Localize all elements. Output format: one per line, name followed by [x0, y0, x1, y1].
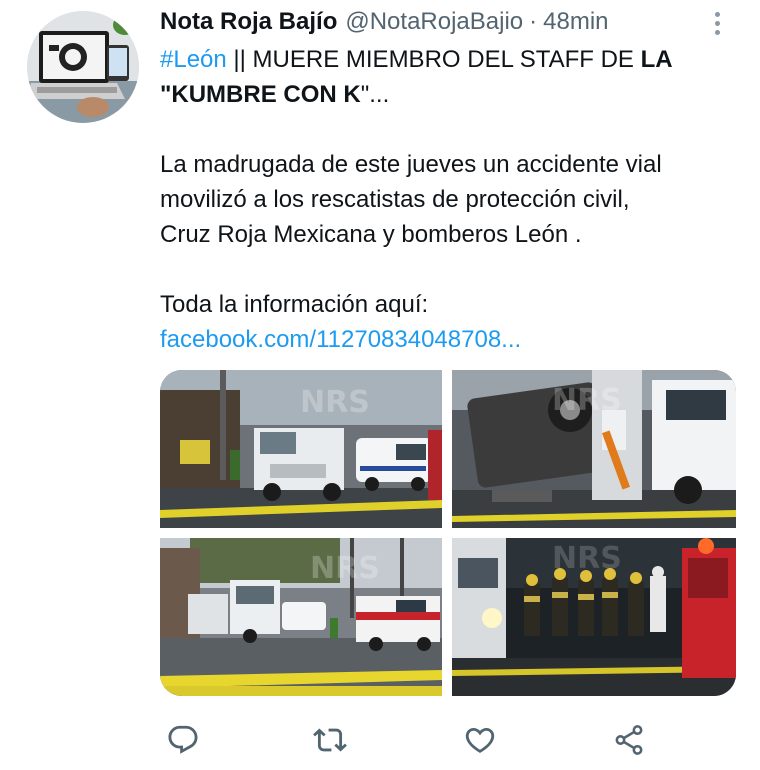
svg-text:NRS: NRS: [310, 551, 380, 586]
hashtag-link[interactable]: #León: [160, 46, 227, 73]
media-photo-3[interactable]: NRS: [160, 538, 442, 696]
paragraph-line-3: Cruz Roja Mexicana y bomberos León .: [160, 221, 582, 248]
media-photo-4[interactable]: NRS: [452, 538, 736, 696]
like-button[interactable]: [460, 720, 500, 760]
headline-bold-1: LA: [640, 46, 673, 73]
reply-icon: [168, 725, 198, 754]
tweet-text: #León || MUERE MIEMBRO DEL STAFF DE LA "…: [160, 42, 740, 357]
share-button[interactable]: [609, 720, 649, 760]
user-handle[interactable]: @NotaRojaBajio: [345, 8, 523, 36]
svg-text:NRS: NRS: [300, 385, 370, 420]
facebook-link[interactable]: facebook.com/11270834048708...: [160, 326, 521, 353]
timestamp[interactable]: 48min: [543, 8, 608, 36]
tweet[interactable]: Nota Roja Bajío @NotaRojaBajio · 48min #…: [0, 0, 760, 770]
separator-dot: ·: [529, 8, 538, 35]
svg-text:NRS: NRS: [552, 541, 622, 576]
tweet-header: Nota Roja Bajío @NotaRojaBajio · 48min: [160, 6, 609, 38]
more-options-icon[interactable]: [700, 6, 734, 40]
share-icon: [615, 725, 643, 755]
headline-line-1: #León || MUERE MIEMBRO DEL STAFF DE LA: [160, 42, 740, 77]
svg-text:NRS: NRS: [552, 383, 622, 418]
retweet-icon: [313, 728, 347, 752]
paragraph-line-2: movilizó a los rescatistas de protección…: [160, 186, 630, 213]
reply-button[interactable]: [163, 720, 203, 760]
retweet-button[interactable]: [310, 720, 350, 760]
avatar-image: [27, 11, 139, 123]
display-name[interactable]: Nota Roja Bajío: [160, 8, 337, 36]
tweet-actions: [160, 720, 660, 760]
media-photo-2[interactable]: NRS: [452, 370, 736, 528]
headline-line-2: "KUMBRE CON K"...: [160, 77, 740, 112]
info-label: Toda la información aquí:: [160, 291, 429, 318]
media-photo-1[interactable]: NRS: [160, 370, 442, 528]
headline-text: || MUERE MIEMBRO DEL STAFF DE: [226, 46, 641, 73]
headline-bold-2: "KUMBRE CON K: [160, 81, 361, 108]
like-icon: [465, 727, 495, 753]
media-grid: NRS NRS NRS NRS: [160, 370, 736, 696]
avatar[interactable]: [27, 11, 139, 123]
paragraph-line-1: La madrugada de este jueves un accidente…: [160, 151, 662, 178]
headline-end: "...: [360, 81, 390, 108]
